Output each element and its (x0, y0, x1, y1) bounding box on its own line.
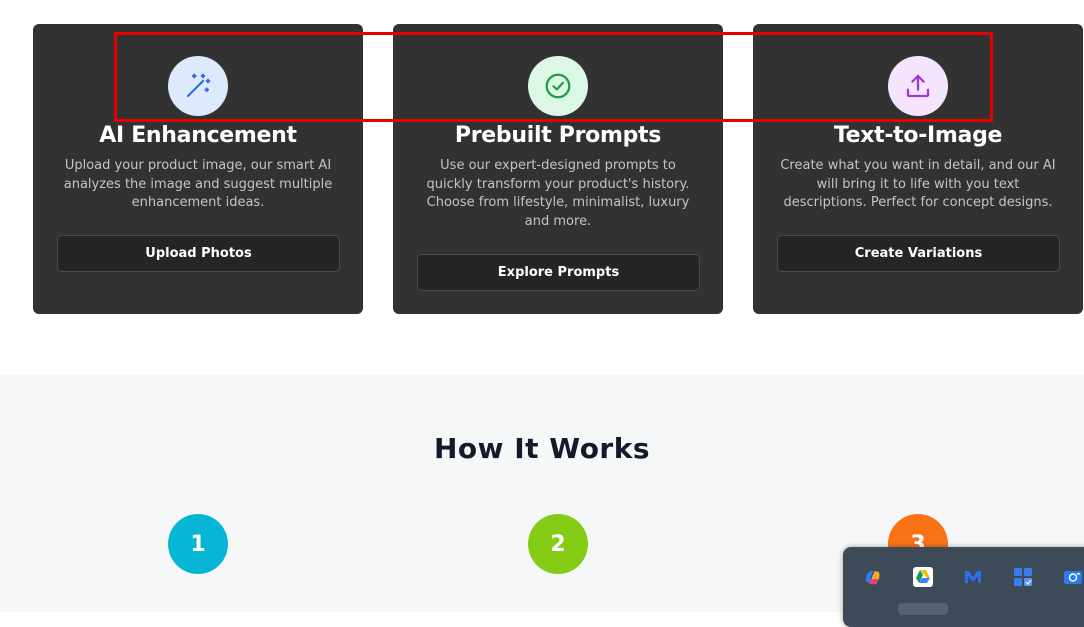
upload-icon (888, 56, 948, 116)
upload-photos-button[interactable]: Upload Photos (57, 235, 340, 272)
step-number-badge: 2 (528, 514, 588, 574)
section-title: How It Works (433, 432, 651, 465)
m-app-icon[interactable] (962, 566, 984, 588)
taskbar-tray-popup (843, 547, 1084, 627)
card-title: Text-to-Image (833, 123, 1003, 148)
magic-wand-icon (168, 56, 228, 116)
feature-card-ai-enhancement: AI Enhancement Upload your product image… (33, 24, 363, 314)
card-description: Upload your product image, our smart AI … (63, 158, 333, 210)
copilot-icon[interactable] (862, 566, 884, 588)
check-circle-icon (528, 56, 588, 116)
feature-card-prebuilt-prompts: Prebuilt Prompts Use our expert-designed… (393, 24, 723, 314)
features-section: AI Enhancement Upload your product image… (0, 0, 1084, 375)
card-title: AI Enhancement (99, 123, 297, 148)
active-app-indicator (898, 603, 948, 615)
create-variations-button[interactable]: Create Variations (777, 235, 1060, 272)
feature-card-text-to-image: Text-to-Image Create what you want in de… (753, 24, 1083, 314)
camera-app-icon[interactable] (1062, 566, 1084, 588)
card-title: Prebuilt Prompts (454, 123, 662, 148)
card-description: Create what you want in detail, and our … (780, 158, 1056, 210)
card-description: Use our expert-designed prompts to quick… (426, 158, 690, 229)
google-drive-icon[interactable] (912, 566, 934, 588)
step-number-badge: 1 (168, 514, 228, 574)
windows-widget-icon[interactable] (1012, 566, 1034, 588)
explore-prompts-button[interactable]: Explore Prompts (417, 254, 700, 291)
